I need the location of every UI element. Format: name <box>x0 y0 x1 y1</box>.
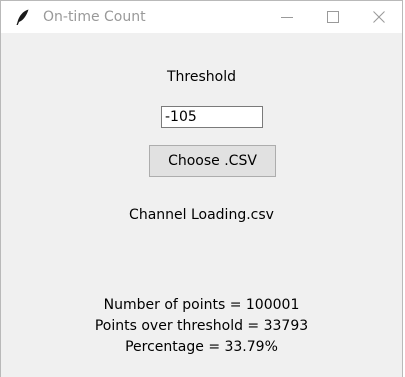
title-bar[interactable]: On-time Count <box>1 1 402 33</box>
app-window: On-time Count Threshold Choose .CSV Chan… <box>0 0 403 377</box>
window-title: On-time Count <box>43 9 146 25</box>
window-controls <box>264 1 402 33</box>
main-content: Threshold Choose .CSV Channel Loading.cs… <box>1 33 402 377</box>
minimize-icon[interactable] <box>264 1 310 33</box>
selected-filename: Channel Loading.csv <box>129 207 274 223</box>
choose-csv-button[interactable]: Choose .CSV <box>149 145 276 177</box>
close-icon[interactable] <box>356 1 402 33</box>
threshold-input[interactable] <box>161 106 263 128</box>
maximize-icon[interactable] <box>310 1 356 33</box>
points-over-threshold-text: Points over threshold = 33793 <box>94 318 309 334</box>
threshold-label: Threshold <box>167 69 236 85</box>
number-of-points-text: Number of points = 100001 <box>103 297 300 313</box>
feather-icon <box>13 8 31 26</box>
percentage-text: Percentage = 33.79% <box>125 339 278 355</box>
